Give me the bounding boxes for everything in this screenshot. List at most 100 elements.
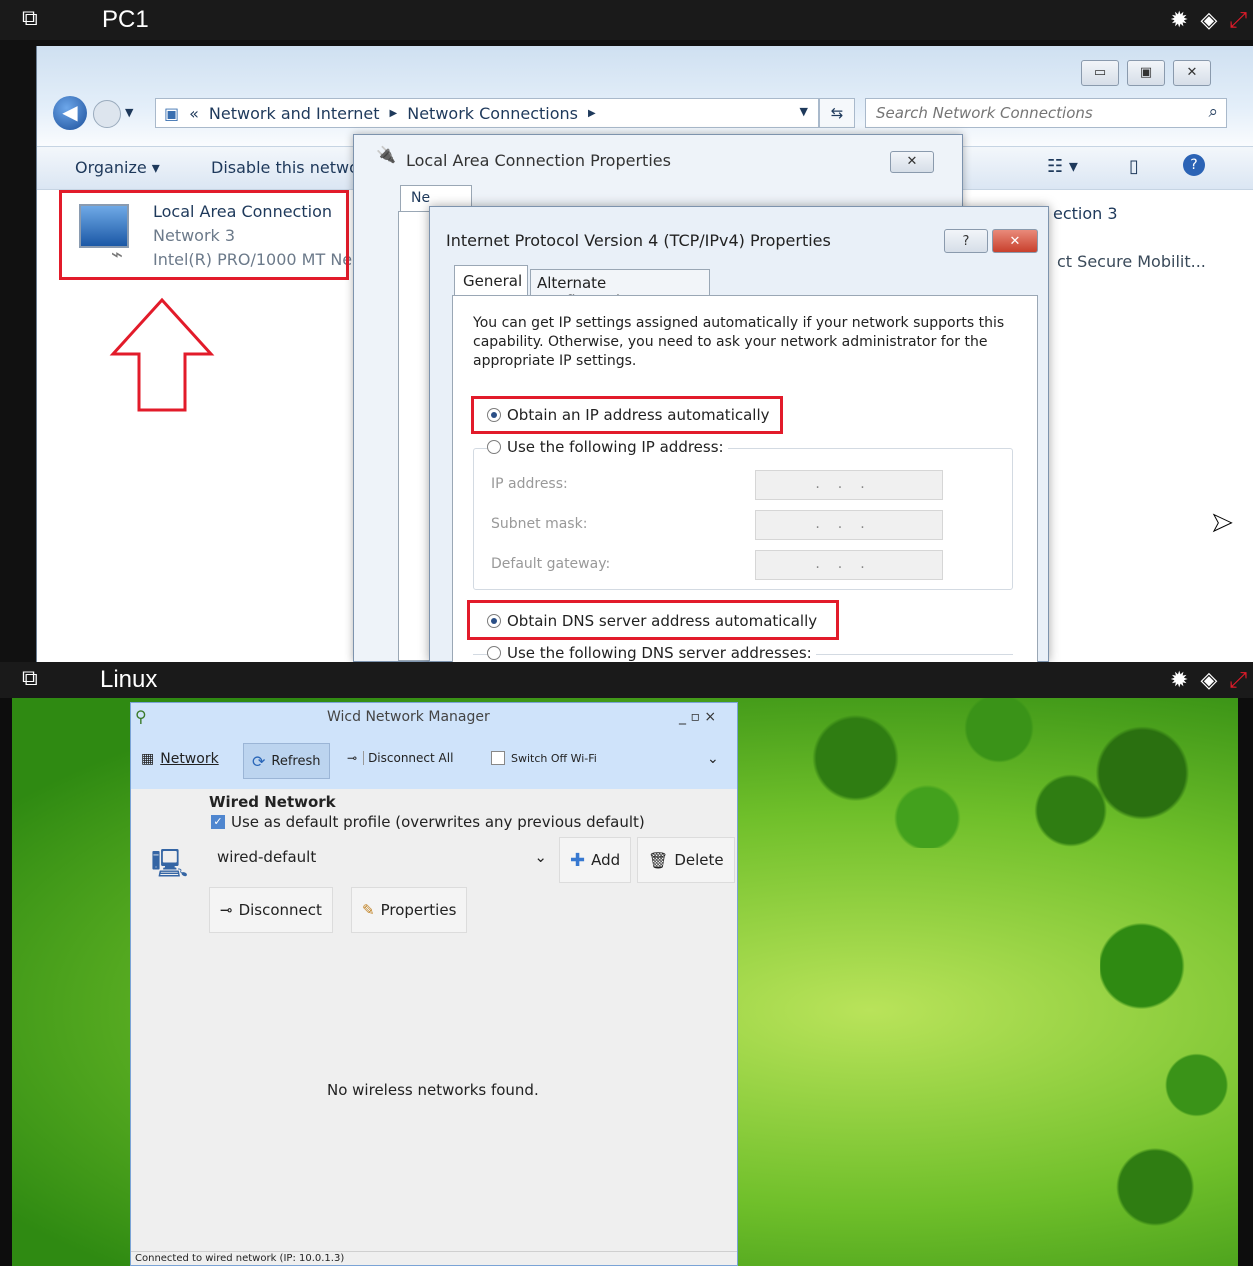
gear-icon[interactable]: ✹: [1170, 8, 1188, 33]
wicd-app-icon: ⚲: [135, 707, 147, 726]
network-folder-icon: ▣: [164, 103, 180, 123]
profile-dropdown-icon: ⌄: [534, 848, 547, 866]
delete-profile-button[interactable]: 🗑 Delete: [637, 837, 735, 883]
gear-icon[interactable]: ✹: [1170, 668, 1188, 693]
highlight-connection: [59, 190, 349, 280]
expand-icon[interactable]: ⤢: [1229, 8, 1247, 33]
maximize-button[interactable]: ▣: [1127, 60, 1165, 86]
breadcrumb-network-connections[interactable]: Network Connections: [407, 104, 578, 123]
toolbar-more-icon[interactable]: ⌄: [707, 751, 719, 767]
add-profile-button[interactable]: ✚ Add: [559, 837, 632, 883]
close-button[interactable]: ✕: [1173, 60, 1211, 86]
refresh-icon: ⇆: [830, 104, 844, 122]
breadcrumb-separator-icon: ▶: [389, 107, 398, 119]
highlight-auto-ip: [471, 396, 783, 434]
refresh-button[interactable]: ⟳ Refresh: [243, 743, 330, 779]
ipv4-dialog-title: Internet Protocol Version 4 (TCP/IPv4) P…: [446, 231, 831, 250]
breadcrumb-root[interactable]: «: [189, 104, 199, 123]
search-input[interactable]: [866, 99, 1186, 127]
status-divider: [131, 1251, 737, 1252]
disconnect-all-button[interactable]: ⊸ Disconnect All: [347, 751, 453, 765]
network-menu-icon: ▦: [141, 751, 155, 767]
properties-icon: ✎: [362, 901, 375, 919]
manual-dns-option[interactable]: Use the following DNS server addresses:: [487, 644, 816, 662]
history-dropdown-icon[interactable]: ▼: [125, 106, 133, 119]
visibility-icon[interactable]: ◈: [1200, 668, 1217, 693]
no-wireless-message: No wireless networks found.: [327, 1081, 539, 1099]
address-dropdown-icon[interactable]: ▼: [800, 105, 808, 118]
tab-alternate-configuration[interactable]: Alternate Configuration: [530, 269, 710, 310]
general-tab-panel: You can get IP settings assigned automat…: [452, 295, 1038, 663]
disconnect-button[interactable]: ⊸ Disconnect: [209, 887, 333, 933]
wifi-checkbox[interactable]: [491, 751, 505, 765]
wicd-titlebar: ⚲ Wicd Network Manager _ ▫ ×: [131, 703, 737, 733]
external-link-icon[interactable]: ⧉: [22, 6, 38, 31]
linux-screen: ⚲ Wicd Network Manager _ ▫ × ▦ Network ⟳ R…: [0, 698, 1253, 1266]
wicd-window: ⚲ Wicd Network Manager _ ▫ × ▦ Network ⟳ R…: [130, 702, 738, 1266]
help-icon[interactable]: ?: [1183, 154, 1205, 176]
subnet-mask-field[interactable]: ...: [755, 510, 943, 540]
ipv4-close-button[interactable]: ✕: [992, 229, 1038, 253]
leaf-decor: [760, 698, 1238, 848]
external-link-icon[interactable]: ⧉: [22, 666, 38, 691]
disconnect-icon: ⊸: [220, 901, 233, 919]
up-arrow-annotation: [109, 297, 215, 412]
wired-computer-icon: 🖳: [151, 847, 189, 880]
pc1-screen: ▭ ▣ ✕ ◀ ▼ ▣ « Network and Internet ▶ Net…: [0, 40, 1253, 663]
manual-ip-radio[interactable]: [487, 440, 501, 454]
properties-button[interactable]: ✎ Properties: [351, 887, 468, 933]
ip-address-field[interactable]: ...: [755, 470, 943, 500]
breadcrumb-separator-icon: ▶: [588, 107, 596, 119]
expand-icon[interactable]: ⤢: [1229, 668, 1247, 693]
right-connection-desc[interactable]: ct Secure Mobilit...: [1057, 252, 1206, 271]
search-icon[interactable]: ⌕: [1208, 102, 1218, 122]
highlight-auto-dns: [467, 600, 839, 640]
pc1-titlebar: ⧉ PC1 ✹ ◈ ⤢: [0, 0, 1253, 40]
mouse-cursor-icon: ➤: [1211, 508, 1234, 539]
refresh-icon: ⟳: [252, 751, 266, 771]
leaf-decor-right: [1100, 898, 1238, 1238]
tab-general[interactable]: General: [454, 265, 528, 297]
network-menu[interactable]: ▦ Network: [141, 751, 219, 767]
lac-close-button[interactable]: ✕: [890, 151, 934, 173]
wicd-window-controls[interactable]: _ ▫ ×: [679, 709, 716, 725]
organize-button[interactable]: Organize ▾: [75, 158, 160, 177]
address-bar[interactable]: ▣ « Network and Internet ▶ Network Conne…: [155, 98, 819, 128]
breadcrumb-network-internet[interactable]: Network and Internet: [209, 104, 380, 123]
disable-network-button[interactable]: Disable this netwo: [211, 158, 359, 177]
ipv4-properties-dialog: Internet Protocol Version 4 (TCP/IPv4) P…: [429, 206, 1049, 663]
plug-icon: 🔌: [376, 145, 396, 164]
back-arrow-icon: ◀: [62, 100, 78, 124]
visibility-icon[interactable]: ◈: [1200, 8, 1217, 33]
preview-pane-icon[interactable]: ▯: [1129, 156, 1139, 177]
back-button[interactable]: ◀: [53, 96, 87, 130]
delete-icon: 🗑: [648, 850, 669, 870]
ip-address-label: IP address:: [491, 476, 568, 492]
subnet-mask-label: Subnet mask:: [491, 516, 588, 532]
forward-button[interactable]: [93, 100, 121, 128]
minimize-button[interactable]: ▭: [1081, 60, 1119, 86]
disconnect-icon: ⊸: [347, 751, 358, 765]
right-connection-name[interactable]: ection 3: [1053, 204, 1118, 223]
refresh-button[interactable]: ⇆: [819, 98, 855, 128]
profile-select[interactable]: wired-default ⌄: [209, 839, 555, 875]
default-gateway-field[interactable]: ...: [755, 550, 943, 580]
explorer-window: ▭ ▣ ✕ ◀ ▼ ▣ « Network and Internet ▶ Net…: [36, 46, 1253, 663]
view-options-icon[interactable]: ☷ ▾: [1047, 156, 1078, 177]
pc1-title: PC1: [102, 6, 149, 33]
status-bar: Connected to wired network (IP: 10.0.1.3…: [135, 1253, 345, 1264]
manual-dns-radio[interactable]: [487, 646, 501, 660]
ipv4-help-button[interactable]: ?: [944, 229, 988, 253]
manual-ip-option[interactable]: Use the following IP address:: [487, 438, 728, 456]
default-profile-checkbox[interactable]: ✓: [211, 815, 225, 829]
wired-network-heading: Wired Network: [209, 793, 336, 811]
search-box[interactable]: ⌕: [865, 98, 1227, 128]
wicd-title: Wicd Network Manager: [327, 709, 490, 725]
default-gateway-label: Default gateway:: [491, 556, 611, 572]
switch-off-wifi-toggle[interactable]: Switch Off Wi-Fi: [491, 751, 597, 765]
default-profile-option[interactable]: ✓ Use as default profile (overwrites any …: [211, 813, 645, 831]
add-icon: ✚: [570, 849, 586, 871]
lac-dialog-title: Local Area Connection Properties: [406, 151, 671, 170]
intro-text: You can get IP settings assigned automat…: [473, 315, 1005, 369]
linux-title: Linux: [100, 666, 158, 693]
